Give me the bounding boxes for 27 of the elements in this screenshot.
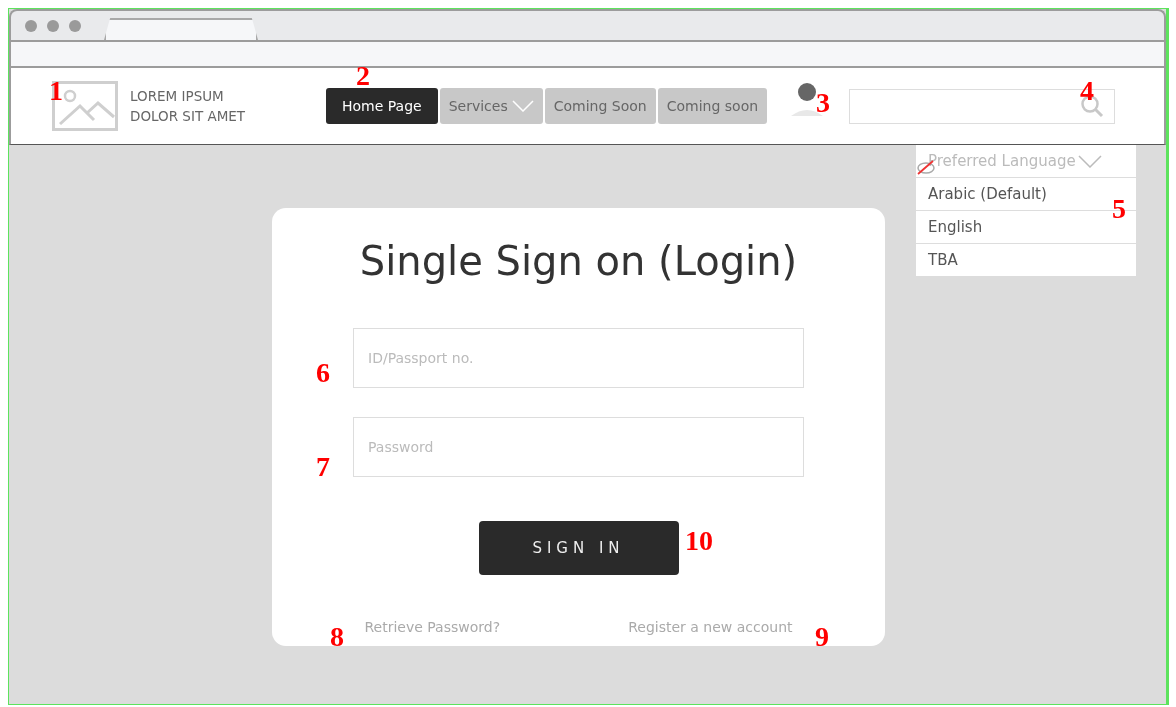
annotation-number: 7: [316, 453, 330, 481]
language-option[interactable]: TBA: [916, 244, 1136, 276]
input-field[interactable]: ID/Passport no.: [353, 328, 804, 388]
annotation-number: 4: [1080, 77, 1094, 105]
language-dropdown[interactable]: Preferred Language: [916, 145, 1136, 178]
logo-text: LOREM IPSUM: [130, 87, 225, 106]
input-field[interactable]: Password: [353, 417, 804, 477]
annotation-number: 3: [816, 89, 830, 117]
window-dots-icon: [24, 18, 82, 33]
link[interactable]: Register a new account: [628, 619, 793, 635]
nav-tab[interactable]: Coming soon: [657, 88, 768, 124]
login-title: Single Sign on (Login): [359, 238, 798, 284]
nav-tab[interactable]: Home Page: [326, 88, 438, 124]
annotation-number: 9: [815, 623, 829, 651]
nav-tab[interactable]: Services: [439, 88, 543, 124]
annotation-number: 8: [330, 623, 344, 651]
annotation-number: 10: [685, 527, 713, 555]
logo-text: DOLOR SIT AMET: [130, 107, 246, 126]
annotation-number: 1: [49, 77, 63, 105]
annotation-number: 6: [316, 359, 330, 387]
browser-tab[interactable]: [104, 18, 258, 40]
image-placeholder-icon: [52, 81, 118, 131]
link[interactable]: Retrieve Password?: [364, 619, 501, 635]
chevron-down-icon: [1077, 154, 1102, 168]
sign-in-button[interactable]: SIGN IN: [478, 521, 679, 575]
nav-tab[interactable]: Coming Soon: [544, 88, 656, 124]
annotation-number: 2: [356, 62, 370, 90]
